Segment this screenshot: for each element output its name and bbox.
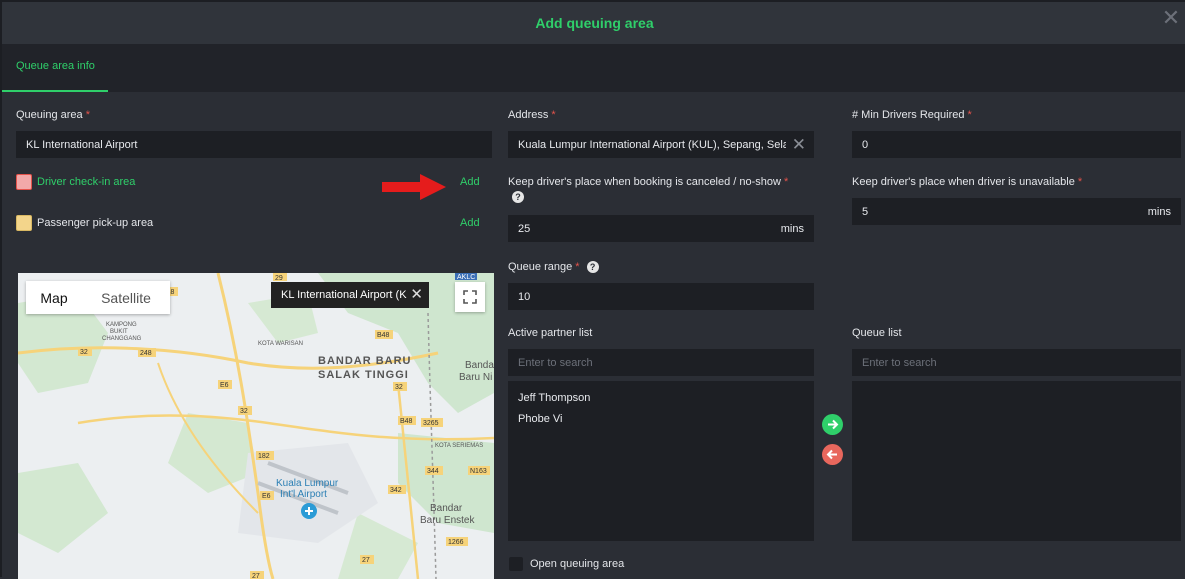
road-label-27a: 27	[362, 557, 370, 564]
add-queuing-area-modal: Add queuing area ✕ Queue area info Queui…	[0, 0, 1185, 579]
road-label-32b: 32	[395, 384, 403, 391]
help-icon[interactable]: ?	[512, 191, 524, 203]
min-drivers-input[interactable]: 0	[852, 131, 1181, 158]
address-label: Address *	[508, 109, 556, 121]
keep-cancel-label: Keep driver's place when booking is canc…	[508, 176, 789, 188]
keep-unavailable-input[interactable]: 5 mins	[852, 198, 1181, 225]
map-info-text: KL International Airport (K	[281, 289, 407, 301]
map-label-bukit: BUKIT	[110, 329, 128, 335]
queuing-area-input[interactable]: KL International Airport	[16, 131, 492, 158]
min-drivers-label: # Min Drivers Required *	[852, 109, 972, 121]
list-item[interactable]: Phobe Vi	[518, 413, 562, 425]
tab-bar: Queue area info	[2, 44, 1185, 92]
close-icon[interactable]: ✕	[1161, 7, 1181, 29]
road-label-aklc: AKLC	[457, 274, 475, 281]
road-label-344: 344	[427, 468, 439, 475]
queue-range-label: Queue range * ?	[508, 261, 599, 274]
road-label-e6a: E6	[220, 382, 229, 389]
passenger-pickup-label: Passenger pick-up area	[37, 217, 154, 229]
passenger-pickup-swatch	[16, 215, 32, 231]
map-label-salak-tinggi: SALAK TINGGI	[318, 369, 409, 381]
modal-title: Add queuing area	[535, 15, 654, 31]
road-label-n163: N163	[470, 468, 487, 475]
move-left-button[interactable]	[822, 444, 843, 465]
driver-checkin-add-link[interactable]: Add	[460, 176, 480, 188]
arrow-left-icon	[826, 449, 837, 460]
active-partner-search-input[interactable]: Enter to search	[508, 349, 814, 376]
queue-listbox	[852, 381, 1181, 541]
queue-list-label: Queue list	[852, 327, 902, 339]
open-queuing-area-checkbox[interactable]	[509, 557, 523, 571]
map-info-window: KL International Airport (K ✕	[271, 282, 429, 308]
queuing-area-label: Queuing area *	[16, 109, 91, 121]
road-label-27b: 27	[252, 573, 260, 579]
road-label-b48b: B48	[400, 418, 413, 425]
list-item[interactable]: Jeff Thompson	[518, 392, 590, 404]
map-label-kota-seriemas: KOTA SERIEMAS	[435, 443, 483, 449]
map-label-kota-warisan: KOTA WARISAN	[258, 341, 303, 347]
modal-header: Add queuing area ✕	[2, 2, 1185, 44]
road-label-32a: 32	[80, 349, 88, 356]
map-label-bandar-baru: BANDAR BARU	[318, 355, 412, 367]
active-tab-indicator	[2, 90, 108, 92]
map-label-kuala-lumpur: Kuala Lumpur	[276, 478, 339, 489]
queue-range-input[interactable]: 10	[508, 283, 814, 310]
map-label-changgang: CHANGGANG	[102, 336, 142, 342]
active-partner-list-label: Active partner list	[508, 327, 593, 339]
close-icon[interactable]: ✕	[410, 285, 423, 303]
move-right-button[interactable]	[822, 414, 843, 435]
map-canvas: 29 B18 32 248 B48 32 E6 32 B48 3265 182 …	[18, 273, 494, 579]
driver-checkin-swatch	[16, 174, 32, 190]
map-label-banda: Banda	[465, 360, 494, 371]
map-label-baru-enstek: Baru Enstek	[420, 515, 475, 526]
keep-unavailable-label: Keep driver's place when driver is unava…	[852, 176, 1083, 188]
tab-queue-area-info[interactable]: Queue area info	[16, 60, 95, 72]
road-label-248: 248	[140, 350, 152, 357]
map-type-toggle: Map Satellite	[26, 281, 170, 314]
fullscreen-button[interactable]	[455, 282, 485, 312]
clear-icon[interactable]: ✕	[792, 135, 806, 155]
road-label-e6b: E6	[262, 493, 271, 500]
keep-unavailable-unit: mins	[1147, 206, 1171, 218]
map-label-kampong: KAMPONG	[106, 322, 137, 328]
keep-cancel-input[interactable]: 25 mins	[508, 215, 814, 242]
help-icon[interactable]: ?	[586, 261, 599, 274]
address-input[interactable]: Kuala Lumpur International Airport (KUL)…	[508, 131, 814, 158]
driver-checkin-label[interactable]: Driver check-in area	[37, 176, 135, 188]
road-label-32c: 32	[240, 408, 248, 415]
fullscreen-icon	[463, 290, 477, 304]
map-type-satellite-button[interactable]: Satellite	[82, 281, 170, 314]
queue-list-search-input[interactable]: Enter to search	[852, 349, 1181, 376]
open-queuing-area-label: Open queuing area	[530, 558, 625, 570]
road-label-3265: 3265	[423, 420, 439, 427]
active-partner-listbox: Jeff Thompson Phobe Vi	[508, 381, 814, 541]
keep-cancel-unit: mins	[780, 223, 804, 235]
road-label-b48a: B48	[377, 332, 390, 339]
arrow-right-icon	[828, 419, 839, 430]
road-label-1266: 1266	[448, 539, 464, 546]
map-type-map-button[interactable]: Map	[26, 281, 82, 314]
road-label-29: 29	[275, 275, 283, 282]
map-view[interactable]: 29 B18 32 248 B48 32 E6 32 B48 3265 182 …	[18, 273, 494, 579]
passenger-pickup-add-link[interactable]: Add	[460, 217, 480, 229]
map-label-intl-airport: Int'l Airport	[280, 489, 327, 500]
road-label-342: 342	[390, 487, 402, 494]
red-arrow-icon	[382, 174, 446, 200]
map-label-baru-ni: Baru Ni	[459, 372, 492, 383]
road-label-182: 182	[258, 453, 270, 460]
map-label-bandar: Bandar	[430, 503, 463, 514]
